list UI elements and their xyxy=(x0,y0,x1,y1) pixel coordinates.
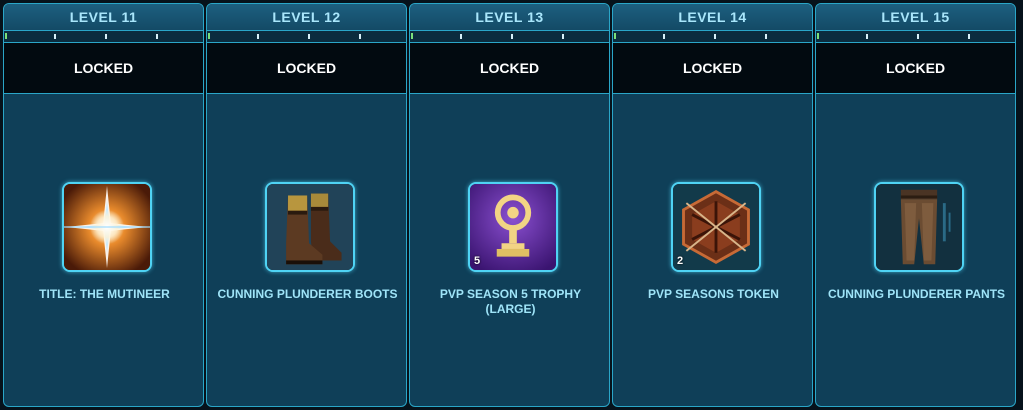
reward-icon-slot[interactable] xyxy=(874,182,964,272)
level-label: LEVEL 14 xyxy=(613,4,812,30)
reward-name: PVP SEASON 5 TROPHY (LARGE) xyxy=(439,287,582,316)
status-locked: LOCKED xyxy=(410,42,609,94)
status-locked: LOCKED xyxy=(207,42,406,94)
status-locked: LOCKED xyxy=(4,42,203,94)
progress-ticks xyxy=(4,30,203,42)
level-label: LEVEL 11 xyxy=(4,4,203,30)
progress-ticks xyxy=(613,30,812,42)
stack-count: 5 xyxy=(474,255,481,267)
level-label: LEVEL 13 xyxy=(410,4,609,30)
progress-ticks xyxy=(410,30,609,42)
reward-icon-slot[interactable]: 2 xyxy=(671,182,761,272)
level-label: LEVEL 15 xyxy=(816,4,1015,30)
pants-icon xyxy=(876,184,962,270)
status-locked: LOCKED xyxy=(816,42,1015,94)
reward-column-level-13[interactable]: LEVEL 13 LOCKED 5 PVP SEASON 5 TROPHY (L… xyxy=(409,3,610,407)
progress-ticks xyxy=(207,30,406,42)
title-burst-icon xyxy=(64,184,150,270)
reward-name: CUNNING PLUNDERER BOOTS xyxy=(217,287,398,301)
reward-name: CUNNING PLUNDERER PANTS xyxy=(827,287,1006,301)
level-label: LEVEL 12 xyxy=(207,4,406,30)
progress-ticks xyxy=(816,30,1015,42)
reward-icon-slot[interactable] xyxy=(265,182,355,272)
reward-name: PVP SEASONS TOKEN xyxy=(648,287,779,301)
reward-column-level-15[interactable]: LEVEL 15 LOCKED CUNNING PLUNDERER PANTS xyxy=(815,3,1016,407)
reward-column-level-14[interactable]: LEVEL 14 LOCKED 2 PVP SEASONS TOKEN xyxy=(612,3,813,407)
reward-name: TITLE: THE MUTINEER xyxy=(39,287,170,301)
stack-count: 2 xyxy=(677,255,684,267)
reward-column-level-11[interactable]: LEVEL 11 LOCKED TITLE: THE MUTINEER xyxy=(3,3,204,407)
boots-icon xyxy=(267,184,353,270)
season-rewards-track: LEVEL 11 LOCKED TITLE: THE MUTINEER LEVE… xyxy=(0,0,1023,410)
status-locked: LOCKED xyxy=(613,42,812,94)
trophy-icon xyxy=(470,184,556,270)
reward-icon-slot[interactable]: 5 xyxy=(468,182,558,272)
token-icon xyxy=(673,184,759,270)
reward-icon-slot[interactable] xyxy=(62,182,152,272)
reward-column-level-12[interactable]: LEVEL 12 LOCKED CUNNING PLUNDERER BOOTS xyxy=(206,3,407,407)
